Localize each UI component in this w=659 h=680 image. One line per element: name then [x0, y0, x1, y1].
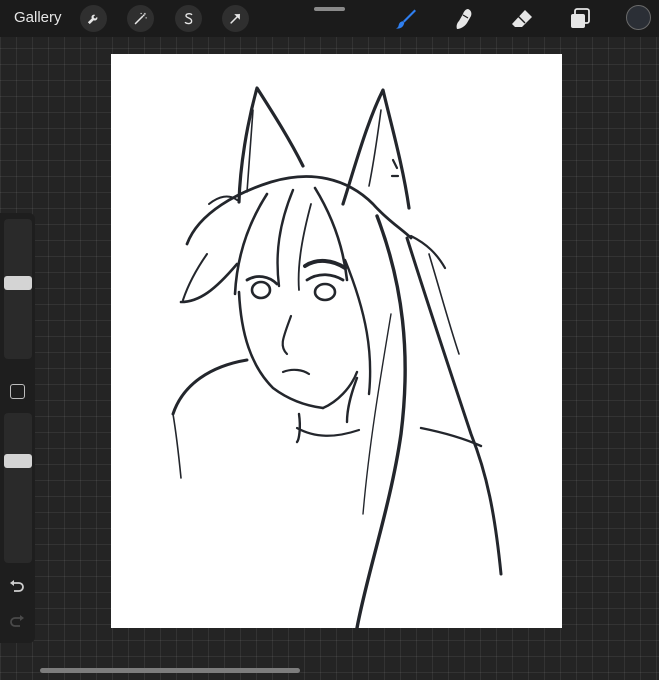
color-picker-button[interactable]: [626, 5, 651, 30]
square-icon[interactable]: [10, 384, 25, 399]
smudge-finger-icon: [451, 6, 477, 32]
wrench-icon: [86, 11, 101, 26]
brush-size-slider[interactable]: [4, 219, 32, 359]
undo-arrow-icon: [8, 580, 26, 599]
left-sidebar: [0, 213, 35, 643]
gallery-button[interactable]: Gallery: [14, 9, 62, 26]
layers-button[interactable]: [567, 6, 593, 32]
redo-arrow-icon: [8, 615, 26, 634]
line-art-sketch: [171, 86, 503, 628]
magic-wand-icon: [133, 11, 148, 26]
drawing-canvas[interactable]: [111, 54, 562, 628]
layers-icon: [567, 6, 593, 32]
adjustments-button[interactable]: [127, 5, 154, 32]
undo-button[interactable]: [8, 579, 26, 595]
toolbar-grabber[interactable]: [314, 7, 345, 11]
brush-icon: [393, 6, 419, 32]
eraser-tool-button[interactable]: [509, 6, 535, 32]
horizontal-scrollbar[interactable]: [40, 668, 300, 673]
brush-tool-button[interactable]: [393, 6, 419, 32]
actions-button[interactable]: [80, 5, 107, 32]
eraser-icon: [509, 6, 535, 32]
opacity-slider[interactable]: [4, 413, 32, 563]
top-toolbar: Gallery: [0, 0, 659, 37]
redo-button[interactable]: [8, 614, 26, 630]
transform-button[interactable]: [222, 5, 249, 32]
arrow-cursor-icon: [228, 11, 243, 26]
selection-s-icon: [181, 11, 196, 26]
opacity-thumb[interactable]: [4, 454, 32, 468]
brush-size-thumb[interactable]: [4, 276, 32, 290]
selection-button[interactable]: [175, 5, 202, 32]
smudge-tool-button[interactable]: [451, 6, 477, 32]
